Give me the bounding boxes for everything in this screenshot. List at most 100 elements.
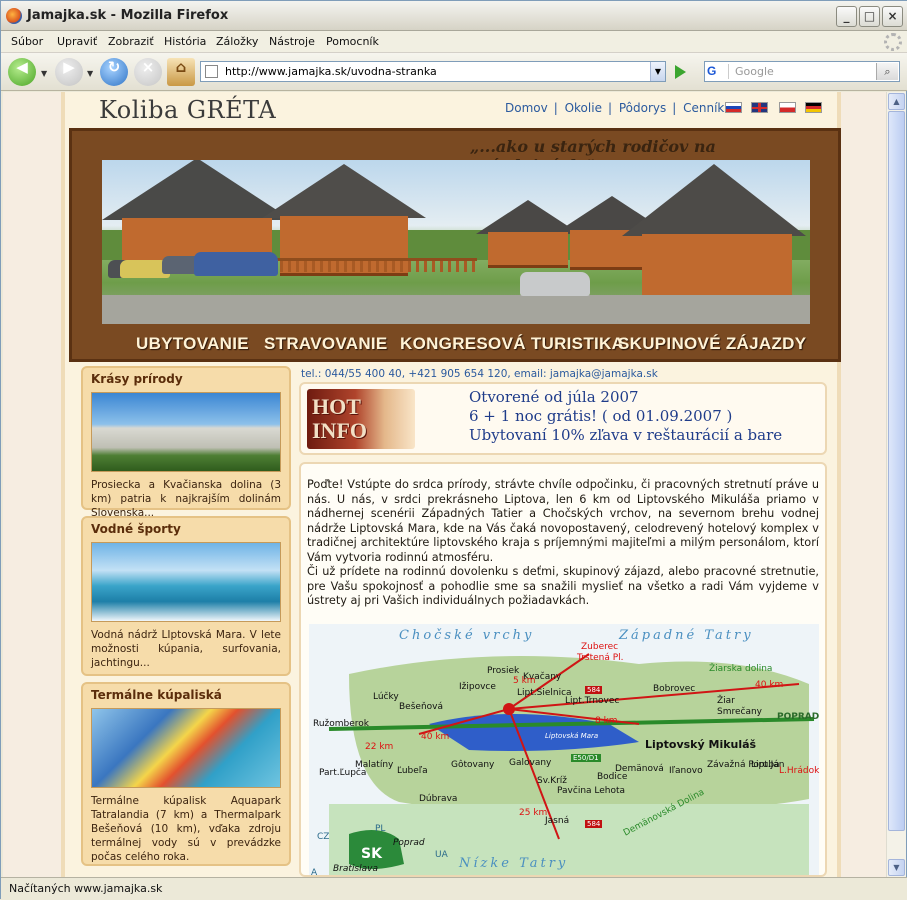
map-country: A: [311, 868, 318, 877]
map-label: Demänová: [615, 764, 664, 774]
menu-view[interactable]: Zobraziť: [108, 35, 154, 48]
menu-dining[interactable]: STRAVOVANIE: [264, 334, 388, 354]
map-label: Dúbrava: [419, 794, 458, 804]
sidebar-box-title[interactable]: Krásy prírody: [91, 372, 183, 386]
intro-paragraph: Či už prídete na rodinnú dovolenku s deť…: [307, 565, 819, 607]
home-icon: ⌂: [175, 58, 187, 76]
back-button[interactable]: ◀: [8, 58, 36, 86]
map-label: Zuberec: [581, 642, 619, 652]
sidebar-box-text: Termálne kúpalisk Aquapark Tatralandia (…: [91, 795, 281, 863]
minimize-button[interactable]: _: [836, 6, 857, 27]
hot-info-line: Otvorené od júla 2007: [469, 388, 639, 406]
map-label: Bratislava: [333, 864, 378, 874]
menu-file[interactable]: Súbor: [11, 35, 43, 48]
sidebar-box-watersports[interactable]: Vodné športy Vodná nádrž LIptovská Mara.…: [81, 516, 291, 676]
vertical-scrollbar[interactable]: ▲ ▼: [886, 92, 906, 877]
google-engine-icon[interactable]: G: [707, 64, 729, 79]
stop-icon: ×: [141, 58, 155, 76]
flag-de-icon[interactable]: [805, 102, 822, 113]
main-content-box: Poďte! Vstúpte do srdca prírody, strávte…: [299, 462, 827, 877]
firefox-icon: [6, 8, 22, 24]
nav-floorplan-link[interactable]: Pôdorys: [619, 101, 666, 115]
map-road-number: 584: [585, 686, 603, 694]
map-label: L.Hrádok: [779, 766, 820, 776]
sidebar-box-nature[interactable]: Krásy prírody Prosiecka a Kvačianska dol…: [81, 366, 291, 519]
map-label: Sv.Kríž: [537, 776, 568, 786]
window-title: Jamajka.sk - Mozilla Firefox: [27, 8, 229, 23]
map-label: Trstená Pl.: [577, 653, 624, 663]
hot-info-image-text: HOT: [312, 394, 361, 419]
menu-history[interactable]: História: [164, 35, 206, 48]
scroll-thumb[interactable]: [888, 111, 905, 831]
go-button[interactable]: [671, 63, 689, 81]
map-label: Žiarska dolina: [709, 664, 773, 674]
map-label: Pavčina Lehota: [557, 786, 626, 796]
thermal-pool-photo[interactable]: [91, 708, 281, 788]
hot-info-image: HOT INFO: [307, 389, 415, 449]
sidebar-box-title[interactable]: Termálne kúpaliská: [91, 688, 222, 702]
sidebar-box-title[interactable]: Vodné športy: [91, 522, 181, 536]
contact-line[interactable]: tel.: 044/55 400 40, +421 905 654 120, e…: [301, 368, 658, 380]
hot-info-image-text: INFO: [312, 418, 367, 443]
map-distance: 5 km: [513, 676, 536, 686]
arrow-right-icon: ▶: [63, 58, 75, 76]
map-label: Prosiek: [487, 666, 520, 676]
flag-pl-icon[interactable]: [779, 102, 796, 113]
back-history-dropdown[interactable]: ▼: [41, 69, 47, 78]
stop-button[interactable]: ×: [134, 58, 162, 86]
reload-button[interactable]: ↻: [100, 58, 128, 86]
flag-sk-icon[interactable]: [725, 102, 742, 113]
menu-edit[interactable]: Upraviť: [57, 35, 97, 48]
menu-bar: Súbor Upraviť Zobraziť História Záložky …: [1, 31, 907, 53]
watersports-photo[interactable]: [91, 542, 281, 622]
map-label: POPRAD: [777, 712, 820, 722]
close-button[interactable]: ×: [882, 6, 903, 27]
menu-tools[interactable]: Nástroje: [269, 35, 315, 48]
map-distance: 40 km: [421, 732, 450, 742]
search-input[interactable]: Google: [735, 65, 774, 78]
search-icon[interactable]: ⌕: [876, 63, 898, 80]
title-bar: Jamajka.sk - Mozilla Firefox _ □ ×: [1, 1, 907, 31]
throbber-icon: [884, 33, 902, 51]
sidebar: Krásy prírody Prosiecka a Kvačianska dol…: [81, 366, 291, 877]
address-bar[interactable]: http://www.jamajka.sk/uvodna-stranka ▼: [200, 61, 666, 82]
menu-help[interactable]: Pomocník: [326, 35, 379, 48]
map-distance: 40 km: [755, 680, 784, 690]
map-label: Gôtovany: [451, 760, 495, 770]
url-history-dropdown[interactable]: ▼: [650, 62, 665, 81]
scroll-up-button[interactable]: ▲: [888, 93, 905, 110]
sidebar-box-thermal[interactable]: Termálne kúpaliská Termálne kúpalisk Aqu…: [81, 682, 291, 866]
nav-home-link[interactable]: Domov: [505, 101, 548, 115]
status-bar: Načítaných www.jamajka.sk: [1, 877, 907, 900]
site-logo[interactable]: Koliba GRÉTA: [99, 96, 276, 124]
nav-surroundings-link[interactable]: Okolie: [565, 101, 602, 115]
map-label: Žiar: [717, 696, 735, 706]
nav-pricelist-link[interactable]: Cenník: [683, 101, 724, 115]
flag-en-icon[interactable]: [751, 102, 768, 113]
maximize-button[interactable]: □: [859, 6, 880, 27]
region-map[interactable]: Chočské vrchy Západné Tatry Nízke Tatry …: [309, 624, 820, 877]
scroll-down-button[interactable]: ▼: [888, 859, 905, 876]
home-button[interactable]: ⌂: [167, 58, 195, 86]
menu-accommodation[interactable]: UBYTOVANIE: [136, 334, 249, 354]
hot-info-line: 6 + 1 noc grátis! ( od 01.09.2007 ): [469, 407, 733, 425]
map-label: Liptovský Mikuláš: [645, 738, 757, 751]
forward-button[interactable]: ▶: [55, 58, 83, 86]
map-title: Nízke Tatry: [459, 856, 569, 871]
search-box[interactable]: G Google ⌕: [704, 61, 900, 82]
chalets-photo: [102, 160, 810, 324]
reload-icon: ↻: [107, 58, 121, 76]
map-country: SK: [361, 846, 382, 862]
map-distance: 25 km: [519, 808, 548, 818]
url-text[interactable]: http://www.jamajka.sk/uvodna-stranka: [225, 65, 437, 78]
status-text: Načítaných www.jamajka.sk: [9, 882, 163, 895]
forward-history-dropdown[interactable]: ▼: [87, 69, 93, 78]
map-road-number: E50/D1: [571, 754, 601, 762]
map-label: Poprad: [393, 838, 425, 848]
menu-congress-tourism[interactable]: KONGRESOVÁ TURISTIKA: [400, 334, 624, 354]
menu-bookmarks[interactable]: Záložky: [216, 35, 258, 48]
menu-group-tours[interactable]: SKUPINOVÉ ZÁJAZDY: [618, 334, 806, 354]
map-distance: 8 km: [595, 716, 618, 726]
map-label: Ružomberok: [313, 719, 370, 729]
nature-photo[interactable]: [91, 392, 281, 472]
